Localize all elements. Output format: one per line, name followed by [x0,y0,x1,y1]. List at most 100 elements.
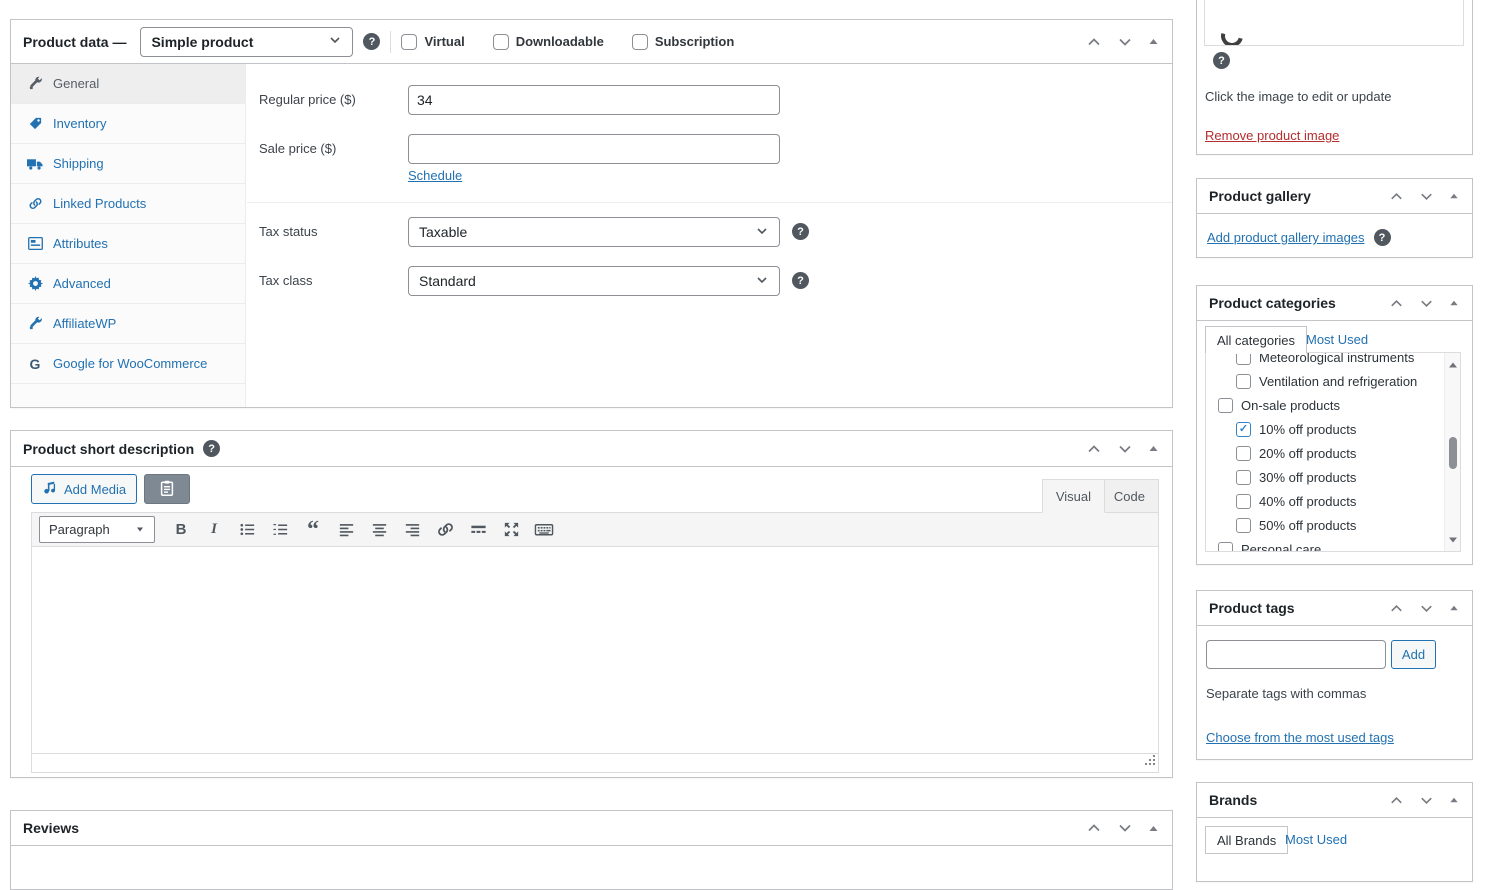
align-center-icon[interactable] [364,517,394,543]
align-right-icon[interactable] [397,517,427,543]
paragraph-format-value: Paragraph [49,522,110,537]
bold-button[interactable]: B [166,517,196,543]
numbered-list-icon[interactable] [265,517,295,543]
align-left-icon[interactable] [331,517,361,543]
bulleted-list-icon[interactable] [232,517,262,543]
tab-general[interactable]: General [11,64,245,104]
code-tab[interactable]: Code [1100,479,1159,513]
product-gallery-header: Product gallery [1197,179,1472,214]
category-row[interactable]: On-sale products [1206,393,1444,417]
visual-tab[interactable]: Visual [1042,479,1105,513]
toggle-panel-icon[interactable] [1448,190,1460,202]
downloadable-checkbox[interactable]: Downloadable [493,34,604,50]
help-icon[interactable]: ? [1374,229,1391,246]
move-up-icon[interactable] [1085,33,1103,51]
choose-most-used-tags-link[interactable]: Choose from the most used tags [1206,730,1394,745]
panel-order-controls [1388,188,1460,205]
category-row[interactable]: 40% off products [1206,489,1444,513]
tab-linked-products[interactable]: Linked Products [11,184,245,224]
category-label: 10% off products [1259,422,1356,437]
category-row[interactable]: 30% off products [1206,465,1444,489]
move-up-icon[interactable] [1085,819,1103,837]
clipboard-button[interactable] [144,474,190,504]
category-row-checked[interactable]: ✓ 10% off products [1206,417,1444,441]
help-icon[interactable]: ? [1213,52,1230,69]
media-icon [42,480,58,499]
move-down-icon[interactable] [1116,819,1134,837]
regular-price-input[interactable] [408,85,780,115]
blockquote-icon[interactable]: “ [298,517,328,543]
new-tag-input[interactable] [1206,640,1386,669]
toggle-panel-icon[interactable] [1448,602,1460,614]
toggle-panel-icon[interactable] [1448,794,1460,806]
scroll-down-icon[interactable] [1448,532,1458,547]
help-icon[interactable]: ? [792,272,809,289]
link-icon[interactable] [430,517,460,543]
chevron-down-icon [755,273,769,290]
move-down-icon[interactable] [1418,188,1435,205]
featured-image-thumbnail[interactable] [1204,0,1464,46]
product-type-select[interactable]: Simple product [140,27,353,57]
tax-class-select[interactable]: Standard [408,266,780,296]
move-up-icon[interactable] [1388,792,1405,809]
fullscreen-icon[interactable] [496,517,526,543]
tab-affiliatewp[interactable]: AffiliateWP [11,304,245,344]
move-down-icon[interactable] [1418,600,1435,617]
category-row[interactable]: Ventilation and refrigeration [1206,369,1444,393]
add-product-gallery-images-link[interactable]: Add product gallery images [1207,230,1365,245]
category-row[interactable]: 50% off products [1206,513,1444,537]
editor-content-area[interactable] [32,548,1158,753]
tab-shipping[interactable]: Shipping [11,144,245,184]
move-down-icon[interactable] [1418,792,1435,809]
category-label: 30% off products [1259,470,1356,485]
move-up-icon[interactable] [1085,440,1103,458]
wrench-icon [27,76,43,91]
scrollbar-thumb[interactable] [1449,437,1457,469]
schedule-link[interactable]: Schedule [408,168,462,183]
tab-inventory[interactable]: Inventory [11,104,245,144]
help-icon[interactable]: ? [792,223,809,240]
resize-grip-icon[interactable] [1143,754,1156,770]
tab-all-categories[interactable]: All categories [1205,326,1307,354]
category-row[interactable]: Personal care [1206,537,1444,552]
move-up-icon[interactable] [1388,188,1405,205]
keyboard-icon[interactable] [529,517,559,543]
move-up-icon[interactable] [1388,295,1405,312]
move-down-icon[interactable] [1418,295,1435,312]
toggle-panel-icon[interactable] [1147,822,1160,835]
scroll-up-icon[interactable] [1448,357,1458,372]
move-up-icon[interactable] [1388,600,1405,617]
read-more-icon[interactable] [463,517,493,543]
product-data-general-content: Regular price ($) Sale price ($) Schedul… [247,64,1172,407]
category-row[interactable]: Meteorological instruments [1206,352,1444,369]
tab-most-used[interactable]: Most Used [1285,832,1347,847]
tab-most-used[interactable]: Most Used [1306,332,1368,347]
virtual-checkbox[interactable]: Virtual [401,34,464,50]
tab-attributes[interactable]: Attributes [11,224,245,264]
toggle-panel-icon[interactable] [1147,442,1160,455]
product-tags-panel: Product tags Add Separate tags with comm… [1196,590,1473,760]
add-media-button[interactable]: Add Media [31,474,137,504]
add-tag-button[interactable]: Add [1391,640,1436,669]
tab-all-brands[interactable]: All Brands [1205,826,1288,854]
help-icon[interactable]: ? [203,440,220,457]
move-down-icon[interactable] [1116,33,1134,51]
remove-product-image-link[interactable]: Remove product image [1205,128,1339,143]
move-down-icon[interactable] [1116,440,1134,458]
chain-icon [27,196,43,211]
toggle-panel-icon[interactable] [1147,35,1160,48]
toggle-panel-icon[interactable] [1448,297,1460,309]
help-icon[interactable]: ? [363,33,380,50]
subscription-checkbox[interactable]: Subscription [632,34,734,50]
checkbox-checked-icon: ✓ [1236,422,1251,437]
product-data-header: Product data — Simple product ? Virtual … [11,20,1172,64]
category-row[interactable]: 20% off products [1206,441,1444,465]
tab-advanced[interactable]: Advanced [11,264,245,304]
tax-status-select[interactable]: Taxable [408,217,780,247]
sale-price-input[interactable] [408,134,780,164]
scrollbar[interactable] [1444,353,1460,551]
product-data-tabs: General Inventory Shipping Linked Produc… [11,64,246,407]
tab-google-for-woocommerce[interactable]: G Google for WooCommerce [11,344,245,384]
paragraph-format-select[interactable]: Paragraph [39,516,155,543]
italic-button[interactable]: I [199,517,229,543]
